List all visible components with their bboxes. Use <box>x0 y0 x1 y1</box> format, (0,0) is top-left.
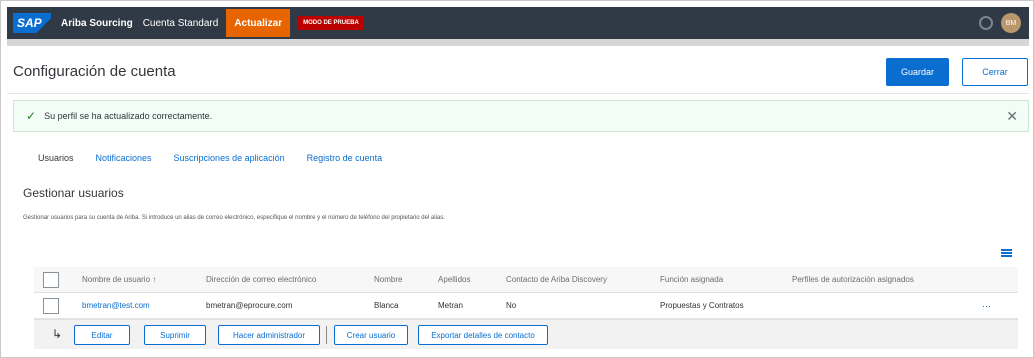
create-user-button[interactable]: Crear usuario <box>334 325 408 345</box>
col-email[interactable]: Dirección de correo electrónico <box>206 275 316 284</box>
test-mode-badge: MODO DE PRUEBA <box>298 16 364 30</box>
col-profiles[interactable]: Perfiles de autorización asignados <box>792 275 914 284</box>
users-table: Nombre de usuario ↑ Dirección de correo … <box>34 267 1018 319</box>
cell-email: bmetran@eprocure.com <box>206 301 293 310</box>
col-role[interactable]: Función asignada <box>660 275 723 284</box>
section-description: Gestionar usuarios para su cuenta de Ari… <box>23 215 445 221</box>
product-name: Ariba Sourcing <box>61 17 133 29</box>
make-admin-button[interactable]: Hacer administrador <box>218 325 320 345</box>
tab-usuarios[interactable]: Usuarios <box>38 153 74 163</box>
close-button[interactable]: Cerrar <box>962 58 1028 86</box>
account-type: Cuenta Standard <box>142 17 219 29</box>
topbar-right: BM <box>979 13 1021 33</box>
select-all-checkbox[interactable] <box>43 272 59 288</box>
tab-notificaciones[interactable]: Notificaciones <box>96 153 152 163</box>
close-icon[interactable]: ✕ <box>1006 108 1018 125</box>
check-icon: ✓ <box>26 109 37 123</box>
sap-logo[interactable]: SAP <box>13 13 51 33</box>
upgrade-button[interactable]: Actualizar <box>226 9 291 37</box>
table-settings-icon[interactable] <box>1001 249 1012 259</box>
col-discovery[interactable]: Contacto de Ariba Discovery <box>506 275 607 284</box>
tab-registro[interactable]: Registro de cuenta <box>307 153 383 163</box>
export-contacts-button[interactable]: Exportar detalles de contacto <box>418 325 548 345</box>
cell-username[interactable]: bmetran@test.com <box>82 301 150 310</box>
success-text: Su perfil se ha actualizado correctament… <box>44 111 213 121</box>
tab-suscripciones[interactable]: Suscripciones de aplicación <box>174 153 285 163</box>
header-divider <box>7 93 1029 94</box>
col-last-name[interactable]: Apellidos <box>438 275 470 284</box>
table-header: Nombre de usuario ↑ Dirección de correo … <box>34 267 1018 293</box>
delete-button[interactable]: Suprimir <box>144 325 206 345</box>
tab-bar: Usuarios Notificaciones Suscripciones de… <box>38 153 382 163</box>
cell-discovery: No <box>506 301 517 310</box>
save-button[interactable]: Guardar <box>886 58 949 86</box>
section-title: Gestionar usuarios <box>23 186 124 200</box>
cell-last-name: Metran <box>438 301 463 310</box>
table-row[interactable]: bmetran@test.com bmetran@eprocure.com Bl… <box>34 293 1018 319</box>
cell-first-name: Blanca <box>374 301 399 310</box>
action-separator <box>326 326 327 344</box>
action-bar: ↳ Editar Suprimir Hacer administrador Cr… <box>34 319 1018 349</box>
topbar-divider <box>7 39 1029 46</box>
gear-icon[interactable] <box>979 16 993 30</box>
edit-button[interactable]: Editar <box>74 325 130 345</box>
row-menu-icon[interactable]: ⋯ <box>982 301 991 312</box>
page-title: Configuración de cuenta <box>13 63 176 80</box>
avatar[interactable]: BM <box>1001 13 1021 33</box>
col-first-name[interactable]: Nombre <box>374 275 402 284</box>
selection-arrow-icon: ↳ <box>52 327 63 341</box>
success-message: ✓ Su perfil se ha actualizado correctame… <box>13 100 1029 132</box>
top-bar: SAP Ariba Sourcing Cuenta Standard Actua… <box>7 7 1029 39</box>
row-checkbox[interactable] <box>43 298 59 314</box>
app-window: SAP Ariba Sourcing Cuenta Standard Actua… <box>0 0 1034 358</box>
cell-role: Propuestas y Contratos <box>660 301 744 310</box>
col-username[interactable]: Nombre de usuario ↑ <box>82 275 156 284</box>
